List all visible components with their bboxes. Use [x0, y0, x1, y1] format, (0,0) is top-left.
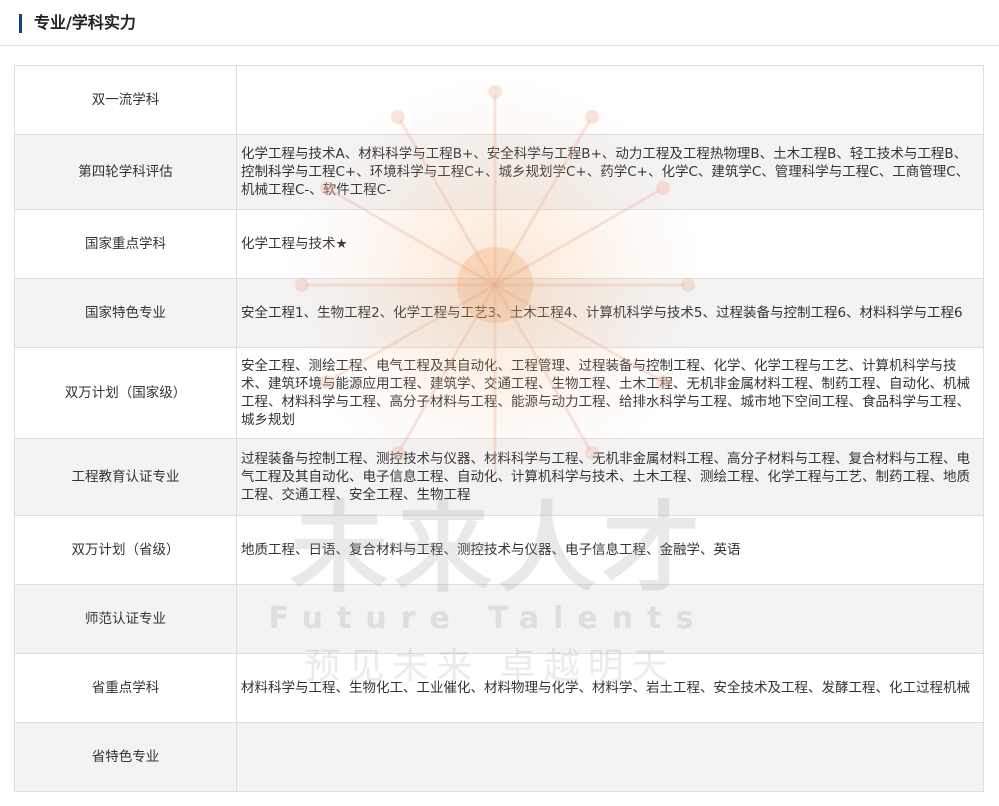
row-label: 国家特色专业	[14, 278, 237, 348]
table-row: 省重点学科 材料科学与工程、生物化工、工业催化、材料物理与化学、材料学、岩土工程…	[14, 653, 984, 723]
row-value: 安全工程1、生物工程2、化学工程与工艺3、土木工程4、计算机科学与技术5、过程装…	[236, 278, 984, 348]
table-row: 国家重点学科 化学工程与技术★	[14, 209, 984, 279]
row-value	[236, 722, 984, 792]
row-value: 化学工程与技术★	[236, 209, 984, 279]
row-label: 双一流学科	[14, 65, 237, 135]
row-label: 工程教育认证专业	[14, 438, 237, 516]
subject-strength-table: 双一流学科 第四轮学科评估 化学工程与技术A、材料科学与工程B+、安全科学与工程…	[14, 65, 984, 792]
row-label: 省重点学科	[14, 653, 237, 723]
row-label: 双万计划（国家级）	[14, 347, 237, 439]
section-header: 专业/学科实力	[0, 0, 999, 46]
section-accent-bar	[19, 14, 22, 33]
row-label: 省特色专业	[14, 722, 237, 792]
table-row: 第四轮学科评估 化学工程与技术A、材料科学与工程B+、安全科学与工程B+、动力工…	[14, 134, 984, 210]
section-title: 专业/学科实力	[34, 13, 136, 32]
row-value	[236, 65, 984, 135]
row-label: 第四轮学科评估	[14, 134, 237, 210]
row-label: 师范认证专业	[14, 584, 237, 654]
table-row: 双万计划（国家级） 安全工程、测绘工程、电气工程及其自动化、工程管理、过程装备与…	[14, 347, 984, 439]
row-label: 国家重点学科	[14, 209, 237, 279]
table-row: 国家特色专业 安全工程1、生物工程2、化学工程与工艺3、土木工程4、计算机科学与…	[14, 278, 984, 348]
row-value: 化学工程与技术A、材料科学与工程B+、安全科学与工程B+、动力工程及工程热物理B…	[236, 134, 984, 210]
table-row: 省特色专业	[14, 722, 984, 792]
table-row: 师范认证专业	[14, 584, 984, 654]
table-row: 双万计划（省级） 地质工程、日语、复合材料与工程、测控技术与仪器、电子信息工程、…	[14, 515, 984, 585]
row-value: 地质工程、日语、复合材料与工程、测控技术与仪器、电子信息工程、金融学、英语	[236, 515, 984, 585]
row-value: 材料科学与工程、生物化工、工业催化、材料物理与化学、材料学、岩土工程、安全技术及…	[236, 653, 984, 723]
row-value: 安全工程、测绘工程、电气工程及其自动化、工程管理、过程装备与控制工程、化学、化学…	[236, 347, 984, 439]
table-row: 双一流学科	[14, 65, 984, 135]
row-value	[236, 584, 984, 654]
table-row: 工程教育认证专业 过程装备与控制工程、测控技术与仪器、材料科学与工程、无机非金属…	[14, 438, 984, 516]
row-value: 过程装备与控制工程、测控技术与仪器、材料科学与工程、无机非金属材料工程、高分子材…	[236, 438, 984, 516]
row-label: 双万计划（省级）	[14, 515, 237, 585]
